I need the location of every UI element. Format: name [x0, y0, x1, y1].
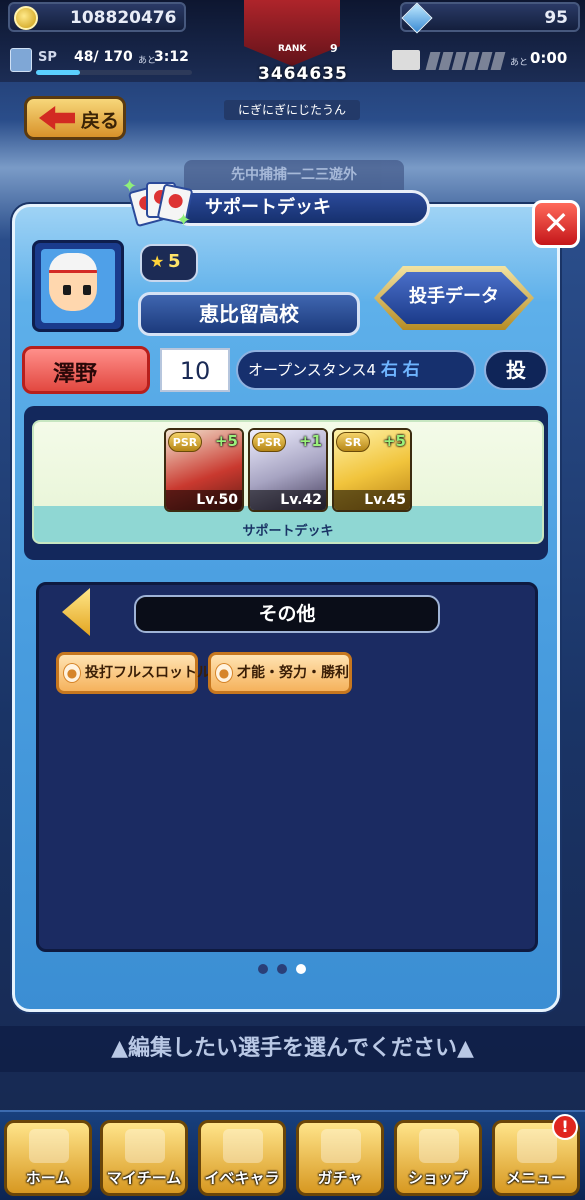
card-plus: +5: [214, 432, 238, 450]
pitcher-data-label: 投手データ: [409, 286, 499, 307]
sp-progress-fill: [36, 70, 80, 75]
card-rarity: PSR: [168, 432, 202, 452]
player-name: 澤野: [53, 362, 98, 387]
nav-label: ホーム: [25, 1169, 71, 1187]
card-plus: +5: [382, 432, 406, 450]
menu-icon: [517, 1129, 557, 1163]
back-label: 戻る: [81, 110, 120, 132]
star-rating-badge: ★ 5: [140, 244, 198, 282]
position-badge: 投: [484, 350, 548, 390]
page-dot[interactable]: [258, 964, 268, 974]
support-card-2[interactable]: PSR +1 Lv.42: [248, 428, 328, 512]
gacha-icon: [321, 1129, 361, 1163]
team-icon: [125, 1129, 165, 1163]
nav-label: ガチャ: [317, 1169, 363, 1187]
sp-timer: 3:12: [154, 49, 189, 65]
nav-home[interactable]: ホーム: [4, 1120, 92, 1196]
support-card-1[interactable]: PSR +5 Lv.50: [164, 428, 244, 512]
nav-event-chara[interactable]: イベキャラ: [198, 1120, 286, 1196]
skill-badge[interactable]: ● 投打フルスロットル: [56, 652, 211, 694]
nav-label: イベキャラ: [204, 1169, 280, 1187]
card-rarity: PSR: [252, 432, 286, 452]
skill-icon: ●: [63, 663, 81, 683]
stamina-bars: [425, 52, 506, 70]
coin-value: 108820476: [70, 8, 177, 28]
player-avatar[interactable]: [32, 240, 124, 332]
other-skills-panel: [36, 582, 538, 952]
nav-label: ショップ: [407, 1169, 468, 1187]
home-icon: [29, 1129, 69, 1163]
skill-label: 才能・努力・勝利: [237, 665, 349, 681]
star-count: 5: [168, 251, 181, 272]
skill-badge[interactable]: ● 才能・努力・勝利: [208, 652, 352, 694]
stance-label: オープンスタンス4: [248, 361, 377, 379]
stamina-remaining-label: あと: [510, 58, 529, 68]
page-indicator: [258, 964, 306, 974]
batting-stance: オープンスタンス4 右 右: [236, 350, 476, 390]
rank-level: 9: [330, 42, 338, 55]
nav-shop[interactable]: ショップ: [394, 1120, 482, 1196]
card-level: Lv.42: [250, 490, 326, 510]
team-name: にぎにぎにじたうん: [224, 100, 360, 120]
gem-value: 95: [544, 8, 568, 28]
uniform-number: 10: [160, 348, 230, 392]
shop-icon: [419, 1129, 459, 1163]
support-deck-icon: ✦ ✦: [122, 176, 194, 232]
dialog-header: サポートデッキ ✦ ✦: [118, 176, 432, 232]
skill-label: 投打フルスロットル: [85, 665, 211, 681]
card-rarity: SR: [336, 432, 370, 452]
sp-meter: SP 48/ 170 あと 3:12: [8, 46, 192, 76]
rank-score: 3464635: [258, 64, 348, 84]
page-dot[interactable]: [277, 964, 287, 974]
card-plus: +1: [298, 432, 322, 450]
event-chara-icon: [223, 1129, 263, 1163]
sp-icon: [10, 48, 32, 72]
sp-label: SP: [38, 50, 57, 65]
rank-shield-icon: [244, 0, 340, 66]
rank-emblem[interactable]: RANK 9 3464635: [232, 0, 352, 96]
dialog-title: サポートデッキ: [172, 190, 430, 226]
nav-label: マイチーム: [106, 1169, 182, 1187]
rank-label: RANK: [278, 44, 307, 54]
gem-counter[interactable]: 95: [400, 2, 580, 34]
support-card-3[interactable]: SR +5 Lv.45: [332, 428, 412, 512]
top-status-bar: 108820476 SP 48/ 170 あと 3:12 RANK 9 3464…: [0, 0, 585, 84]
stamina-icon: [392, 50, 420, 70]
sp-progress-bar: [36, 70, 192, 75]
player-name-plate: 澤野: [22, 346, 150, 394]
page-dot-active[interactable]: [296, 964, 306, 974]
cap-icon: [49, 253, 97, 275]
sp-value: 48/ 170: [74, 49, 133, 65]
support-deck-caption: サポートデッキ: [242, 524, 334, 539]
gem-icon: [401, 2, 433, 34]
nav-my-team[interactable]: マイチーム: [100, 1120, 188, 1196]
nav-label: メニュー: [505, 1169, 566, 1187]
pitcher-data-button[interactable]: 投手データ: [374, 266, 534, 330]
close-button[interactable]: ✕: [532, 200, 580, 248]
star-icon: ★: [150, 252, 165, 271]
card-level: Lv.50: [166, 490, 242, 510]
coin-icon: [14, 6, 38, 30]
notification-badge: !: [552, 1114, 578, 1140]
nav-gacha[interactable]: ガチャ: [296, 1120, 384, 1196]
stamina-timer: 0:00: [530, 49, 568, 67]
stamina-meter: あと 0:00: [392, 46, 582, 76]
back-arrow-icon: [39, 106, 75, 130]
bat-hand: 右: [402, 360, 420, 380]
school-name: 恵比留高校: [138, 292, 360, 336]
throw-hand: 右: [380, 360, 398, 380]
back-button[interactable]: 戻る: [24, 96, 126, 140]
section-title: その他: [134, 595, 440, 633]
coin-counter[interactable]: 108820476: [8, 2, 186, 32]
skill-icon: ●: [215, 663, 233, 683]
card-level: Lv.45: [334, 490, 410, 510]
instruction-text: ▲編集したい選手を選んでください▲: [0, 1026, 585, 1072]
